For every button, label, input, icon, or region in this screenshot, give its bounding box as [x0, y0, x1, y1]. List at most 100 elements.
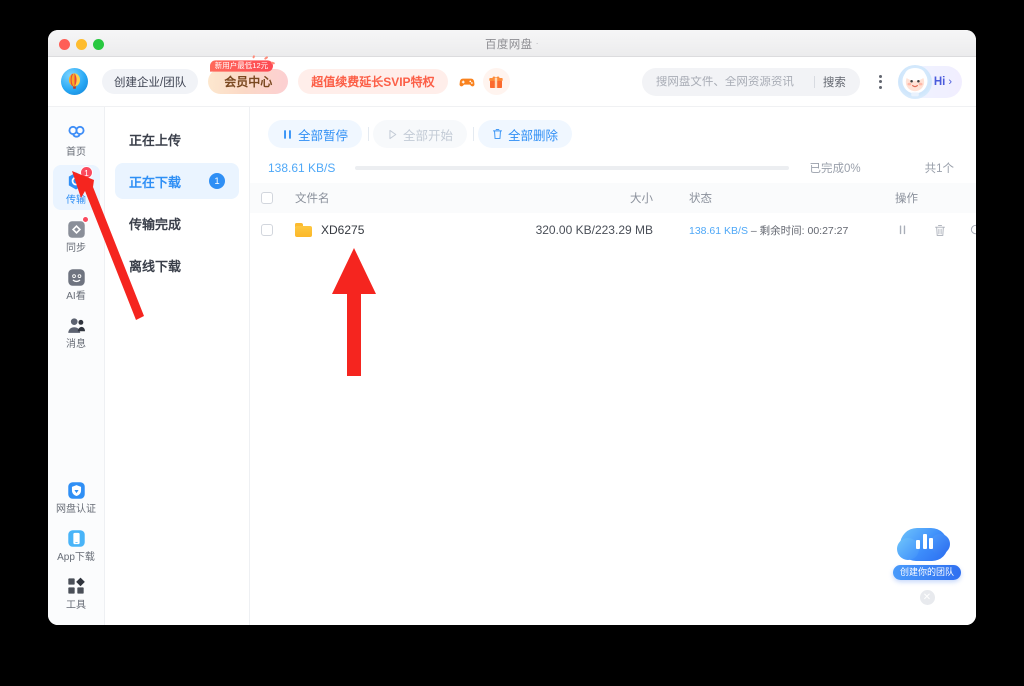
search-bar[interactable]: 搜索: [641, 67, 860, 96]
search-divider: [813, 75, 815, 88]
astronaut-avatar: [897, 64, 932, 99]
mobile-phone-icon: [65, 527, 87, 549]
transfer-icon: 1: [65, 166, 93, 192]
vip-center-button[interactable]: 会员中心: [208, 69, 289, 94]
sidebar-item-tools-label: 工具: [66, 600, 86, 611]
promo-bar: [916, 540, 920, 549]
summary-total-label: 共1个: [924, 163, 954, 175]
start-all-button[interactable]: 全部开始: [373, 120, 468, 148]
pause-icon: [284, 129, 291, 139]
promo-bar-chart: [916, 534, 933, 549]
sidebar-item-verify[interactable]: 网盘认证: [53, 474, 100, 519]
app-window: 百度网盘 · 创建企业/团队 会员中心 新用户最低12元 超值续费延长SVIP特…: [48, 30, 976, 625]
cloud-chart-icon: [897, 520, 957, 568]
sidebar-item-messages[interactable]: 消息: [53, 309, 100, 354]
column-header-name: 文件名: [295, 193, 330, 205]
select-all-checkbox[interactable]: [261, 192, 273, 204]
sync-icon: [65, 216, 89, 240]
game-controller-icon[interactable]: [454, 68, 481, 95]
tab-uploading-label: 正在上传: [129, 132, 182, 148]
sparkle-icon: [264, 55, 269, 60]
primary-nav-rail: 首页 1 传输 同步 AI看 消息 网盘认证 App下载 工具: [48, 107, 105, 625]
tab-downloading[interactable]: 正在下载 1: [115, 163, 239, 199]
column-header-ops: 操作: [895, 193, 918, 205]
tab-downloading-label: 正在下载: [129, 174, 182, 190]
sidebar-item-verify-label: 网盘认证: [56, 504, 96, 515]
sidebar-item-home-label: 首页: [66, 147, 86, 158]
sync-notification-dot: [82, 216, 89, 223]
window-titlebar: 百度网盘 ·: [48, 30, 976, 57]
search-submit-button[interactable]: 搜索: [823, 74, 856, 90]
play-icon: [389, 129, 397, 139]
transfer-badge: 1: [80, 166, 93, 179]
tab-completed-label: 传输完成: [129, 216, 182, 232]
tab-completed[interactable]: 传输完成: [115, 205, 239, 241]
sidebar-item-ai-watch[interactable]: AI看: [53, 261, 100, 306]
row-locate-search-icon[interactable]: [969, 223, 976, 238]
sidebar-item-home[interactable]: 首页: [53, 117, 100, 162]
svip-renew-button[interactable]: 超值续费延长SVIP特权: [298, 69, 448, 94]
chevron-right-icon: ›: [948, 75, 952, 88]
app-header: 创建企业/团队 会员中心 新用户最低12元 超值续费延长SVIP特权 搜网盘文件…: [48, 55, 976, 107]
row-status-remaining: – 剩余时间: 00:27:27: [747, 225, 849, 237]
app-body: 首页 1 传输 同步 AI看 消息 网盘认证 App下载 工具 正在上传 正在下…: [48, 107, 976, 625]
window-title-suffix: ·: [535, 38, 539, 48]
sidebar-item-app-download[interactable]: App下载: [53, 522, 100, 567]
delete-all-button[interactable]: 全部删除: [478, 120, 573, 148]
window-title-text: 百度网盘: [484, 39, 533, 51]
sidebar-item-ai-watch-label: AI看: [66, 291, 86, 302]
pause-all-label: 全部暂停: [298, 128, 349, 143]
vip-center-wrapper: 会员中心 新用户最低12元: [208, 55, 289, 94]
search-input[interactable]: [655, 75, 812, 88]
home-cloud-icon: [65, 122, 87, 144]
summary-completed-label: 已完成0%: [809, 163, 861, 175]
start-all-label: 全部开始: [403, 128, 454, 143]
close-icon[interactable]: ✕: [919, 590, 935, 605]
pause-all-button[interactable]: 全部暂停: [268, 120, 363, 148]
file-size-label: 320.00 KB/223.29 MB: [535, 223, 653, 237]
transfer-tab-column: 正在上传 正在下载 1 传输完成 离线下载: [105, 107, 250, 625]
sidebar-item-tools[interactable]: 工具: [53, 570, 100, 615]
tab-offline-download[interactable]: 离线下载: [115, 247, 239, 283]
shield-verify-icon: [65, 479, 87, 501]
tab-downloading-count: 1: [209, 173, 225, 189]
tools-grid-icon: [65, 575, 87, 597]
promo-bar: [929, 538, 933, 549]
transfer-action-toolbar: 全部暂停 全部开始 全部删除: [250, 107, 976, 153]
user-account-button[interactable]: Hi ›: [897, 64, 962, 99]
promo-bar: [922, 534, 927, 549]
vip-center-label: 会员中心: [224, 75, 273, 89]
more-dot: [879, 80, 883, 83]
summary-progress-track: [355, 166, 790, 170]
row-status-speed: 138.61 KB/S: [689, 225, 748, 237]
toolbar-divider: [473, 127, 475, 141]
row-delete-trash-icon[interactable]: [932, 223, 947, 238]
file-ops-cell: [863, 223, 976, 238]
user-greeting: Hi: [933, 75, 946, 88]
table-row[interactable]: XD6275 320.00 KB/223.29 MB 138.61 KB/S –…: [250, 213, 976, 247]
summary-speed: 138.61 KB/S: [268, 161, 336, 175]
file-table-header: 文件名 大小 状态 操作: [250, 183, 976, 213]
tab-offline-download-label: 离线下载: [129, 258, 182, 274]
gift-box-icon[interactable]: [482, 68, 510, 95]
row-pause-icon[interactable]: [895, 223, 910, 238]
window-title: 百度网盘 ·: [48, 36, 976, 52]
column-header-size: 大小: [630, 193, 653, 205]
create-team-label: 创建企业/团队: [114, 76, 187, 89]
hot-air-balloon-logo[interactable]: [61, 68, 88, 95]
sidebar-item-transfer-label: 传输: [66, 195, 86, 206]
tab-uploading[interactable]: 正在上传: [115, 121, 239, 157]
create-team-button[interactable]: 创建企业/团队: [102, 69, 199, 94]
more-dot: [879, 74, 883, 78]
sidebar-item-app-download-label: App下载: [57, 552, 95, 563]
file-name-label: XD6275: [321, 223, 365, 237]
folder-icon: [295, 223, 312, 237]
svip-renew-label: 超值续费延长SVIP特权: [311, 75, 435, 89]
row-checkbox[interactable]: [261, 224, 273, 236]
more-vertical-icon[interactable]: [870, 69, 892, 95]
sidebar-item-sync[interactable]: 同步: [53, 213, 100, 258]
messages-icon: [65, 314, 87, 336]
sidebar-item-transfer[interactable]: 1 传输: [52, 165, 100, 210]
trash-icon: [493, 128, 503, 139]
file-status-cell: 138.61 KB/S – 剩余时间: 00:27:27: [653, 221, 863, 239]
